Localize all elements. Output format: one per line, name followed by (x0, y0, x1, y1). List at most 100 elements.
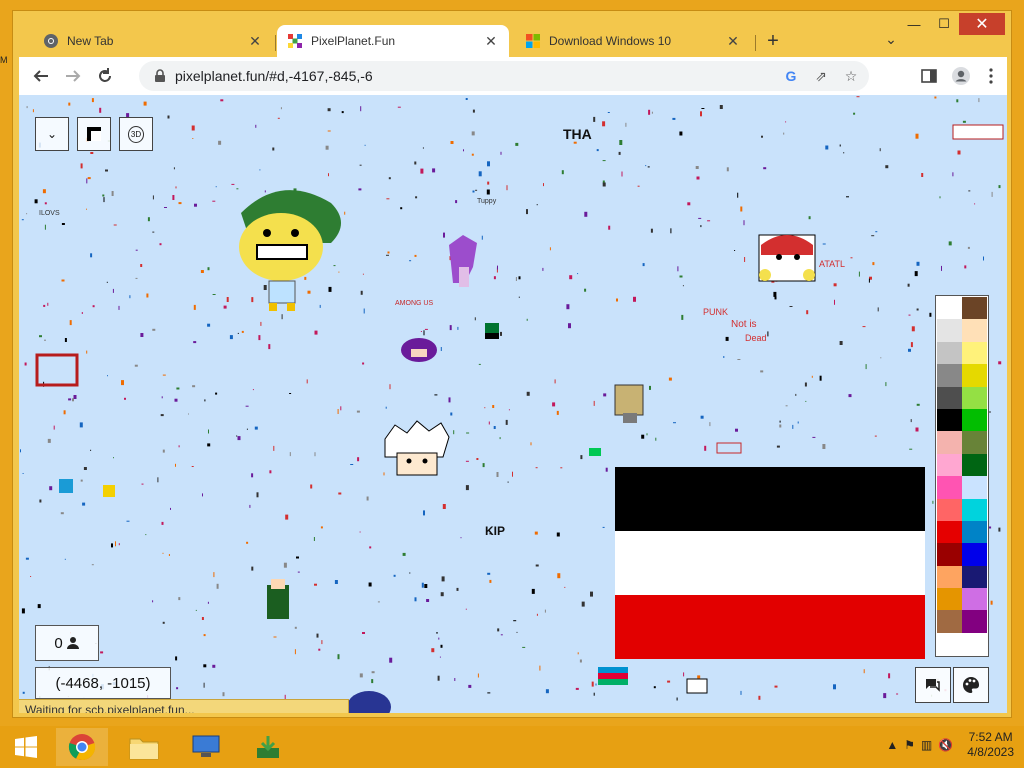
palette-swatch[interactable] (962, 453, 987, 477)
canvas-pixel (90, 449, 92, 451)
palette-toggle-button[interactable] (953, 667, 989, 703)
share-icon[interactable]: ⇗ (811, 66, 831, 86)
close-tab-icon[interactable]: ✕ (483, 33, 499, 50)
palette-swatch[interactable] (937, 453, 962, 477)
canvas-pixel (414, 161, 417, 165)
back-button[interactable] (29, 64, 53, 88)
tab-search-button[interactable]: ⌄ (881, 31, 901, 51)
canvas-pixel (475, 189, 478, 191)
canvas-pixel (907, 283, 910, 287)
tab-pixelplanet[interactable]: PixelPlanet.Fun ✕ (277, 25, 509, 57)
canvas-pixel (22, 473, 24, 474)
palette-swatch[interactable] (962, 431, 987, 454)
canvas-pixel (369, 546, 372, 549)
canvas-pixel (932, 500, 934, 504)
palette-swatch[interactable] (962, 610, 987, 633)
palette-swatch[interactable] (962, 543, 987, 566)
palette-swatch[interactable] (962, 498, 987, 521)
palette-swatch[interactable] (937, 543, 962, 566)
canvas-pixel (648, 109, 651, 115)
canvas-pixel (212, 294, 216, 295)
palette-swatch[interactable] (937, 610, 962, 633)
canvas-pixel (21, 608, 25, 614)
canvas-pixel (273, 636, 277, 638)
palette-swatch[interactable] (937, 520, 962, 544)
close-tab-icon[interactable]: ✕ (247, 33, 263, 50)
taskbar-downloader[interactable] (242, 728, 294, 766)
canvas-pixel (579, 659, 582, 663)
palette-swatch[interactable] (962, 386, 987, 409)
pixel-small-flag (686, 678, 708, 694)
online-users-counter[interactable]: 0 (35, 625, 99, 661)
start-button[interactable] (0, 728, 52, 766)
palette-swatch[interactable] (937, 476, 962, 499)
color-palette[interactable] (935, 295, 989, 657)
coordinates-display[interactable]: (-4468, -1015) (35, 667, 171, 699)
clock[interactable]: 7:52 AM 4/8/2023 (967, 730, 1014, 760)
palette-swatch[interactable] (962, 520, 987, 544)
canvas-select-button[interactable] (77, 117, 111, 151)
canvas-pixel (497, 628, 500, 632)
canvas-pixel (402, 552, 406, 556)
url-text[interactable]: pixelplanet.fun/#d,-4167,-845,-6 (175, 68, 373, 84)
canvas-pixel (455, 200, 458, 204)
star-icon[interactable]: ☆ (841, 66, 861, 86)
google-icon[interactable]: G (781, 66, 801, 86)
canvas-pixel (362, 273, 364, 275)
palette-swatch[interactable] (937, 498, 962, 521)
palette-swatch[interactable] (962, 408, 987, 432)
canvas-pixel (69, 320, 72, 326)
palette-swatch[interactable] (937, 431, 962, 454)
palette-swatch[interactable] (962, 588, 987, 611)
palette-swatch[interactable] (962, 319, 987, 342)
palette-swatch[interactable] (937, 588, 962, 611)
flag-icon[interactable]: ⚑ (904, 738, 915, 752)
pixelplanet-canvas-viewport[interactable]: THA KIP AMONG US PUNK Not is Dead ATATL … (19, 95, 1007, 713)
canvas-pixel (162, 449, 165, 453)
address-bar[interactable]: pixelplanet.fun/#d,-4167,-845,-6 G ⇗ ☆ (139, 61, 869, 91)
canvas-pixel (86, 350, 88, 354)
3d-view-button[interactable]: 3D (119, 117, 153, 151)
pixel-canvas[interactable]: THA KIP AMONG US PUNK Not is Dead ATATL … (19, 95, 1007, 713)
canvas-pixel (283, 562, 287, 568)
canvas-pixel (236, 435, 238, 437)
close-tab-icon[interactable]: ✕ (725, 33, 741, 50)
new-tab-button[interactable]: + (761, 29, 785, 53)
palette-swatch[interactable] (937, 319, 962, 342)
forward-button[interactable] (61, 64, 85, 88)
reload-button[interactable] (93, 64, 117, 88)
pixel-art-purple-head (401, 338, 437, 362)
chat-button[interactable] (915, 667, 951, 703)
canvas-pixel (223, 305, 227, 309)
canvas-pixel (362, 632, 365, 634)
taskbar-chrome[interactable] (56, 728, 108, 766)
canvas-pixel (513, 620, 517, 622)
menu-toggle-button[interactable]: ⌄ (35, 117, 69, 151)
palette-swatch[interactable] (937, 341, 962, 365)
network-icon[interactable]: ▥ (921, 738, 932, 752)
canvas-pixel (443, 232, 445, 238)
sidepanel-button[interactable] (917, 64, 941, 88)
palette-swatch[interactable] (962, 565, 987, 589)
canvas-pixel (700, 415, 704, 419)
menu-button[interactable] (979, 64, 1003, 88)
palette-swatch[interactable] (962, 341, 987, 365)
palette-swatch[interactable] (937, 386, 962, 409)
palette-swatch[interactable] (937, 364, 962, 387)
tab-new-tab[interactable]: New Tab ✕ (33, 25, 273, 57)
palette-swatch[interactable] (937, 565, 962, 589)
profile-button[interactable] (949, 64, 973, 88)
palette-swatch[interactable] (937, 408, 962, 432)
taskbar-file-explorer[interactable] (118, 728, 170, 766)
canvas-pixel (463, 149, 464, 152)
palette-swatch[interactable] (962, 364, 987, 387)
taskbar-remote-desktop[interactable] (180, 728, 232, 766)
volume-muted-icon[interactable]: 🔇 (938, 738, 953, 752)
palette-swatch[interactable] (962, 476, 987, 499)
canvas-pixel (216, 583, 219, 589)
chevron-up-icon[interactable]: ▲ (886, 738, 898, 752)
tab-download-windows[interactable]: Download Windows 10 ✕ (515, 25, 751, 57)
palette-swatch[interactable] (962, 297, 987, 320)
canvas-pixel (990, 600, 993, 605)
palette-swatch[interactable] (937, 297, 962, 320)
